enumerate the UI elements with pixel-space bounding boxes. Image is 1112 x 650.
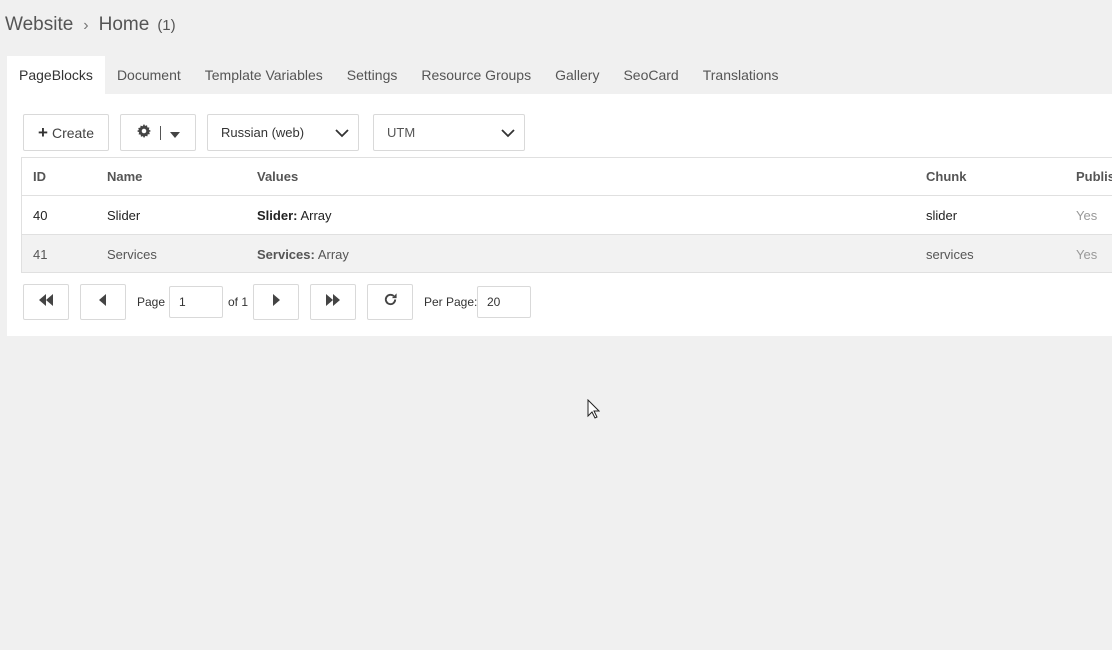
- cell-name: Slider: [107, 207, 141, 223]
- cell-id: 41: [33, 247, 48, 262]
- value-text: Array: [317, 247, 349, 262]
- utm-select[interactable]: UTM: [373, 114, 525, 151]
- double-chevron-right-icon: [325, 293, 341, 311]
- chevron-down-icon: [335, 126, 349, 143]
- per-page-label: Per Page:: [424, 295, 478, 309]
- value-text: Array: [300, 207, 332, 223]
- create-button[interactable]: + Create: [23, 114, 109, 151]
- pageblocks-panel: + Create Russian (web) UTM ID Name Value…: [7, 94, 1112, 336]
- language-select-value: Russian (web): [221, 125, 305, 140]
- tab-pageblocks[interactable]: PageBlocks: [7, 56, 105, 94]
- caret-right-icon: [272, 293, 280, 311]
- tab-document[interactable]: Document: [105, 56, 193, 94]
- column-header-chunk[interactable]: Chunk: [926, 158, 966, 195]
- breadcrumb: Website › Home (1): [5, 14, 176, 36]
- mouse-cursor-icon: [587, 398, 601, 424]
- tab-resource-groups[interactable]: Resource Groups: [409, 56, 543, 94]
- tab-gallery[interactable]: Gallery: [543, 56, 611, 94]
- double-chevron-left-icon: [38, 293, 54, 311]
- chevron-right-icon: ›: [83, 17, 89, 34]
- pageblocks-grid: ID Name Values Chunk Publis 40 Slider Sl…: [21, 157, 1112, 273]
- cell-id: 40: [33, 207, 48, 223]
- refresh-icon: [383, 292, 398, 312]
- page-title: Home: [98, 14, 150, 35]
- grid-header: ID Name Values Chunk Publis: [22, 158, 1112, 196]
- plus-icon: +: [38, 122, 48, 142]
- pagination-toolbar: Page 1 of 1 Per Page: 20: [23, 284, 543, 320]
- caret-down-icon: [169, 125, 180, 141]
- per-page-input[interactable]: 20: [477, 286, 531, 318]
- value-key: Slider:: [257, 207, 298, 223]
- refresh-button[interactable]: [367, 284, 413, 320]
- first-page-button[interactable]: [23, 284, 69, 320]
- cell-values: Slider: Array: [257, 196, 332, 234]
- page-total-label: of 1: [228, 295, 249, 309]
- column-header-published[interactable]: Publis: [1076, 158, 1112, 195]
- breadcrumb-root[interactable]: Website: [5, 14, 73, 36]
- page-number-input[interactable]: 1: [169, 286, 223, 318]
- actions-menu-button[interactable]: [120, 114, 196, 151]
- column-header-id[interactable]: ID: [33, 158, 46, 195]
- table-row[interactable]: 41 Services Services: Array services Yes: [22, 235, 1112, 272]
- page-label: Page: [137, 295, 166, 309]
- cell-chunk: slider: [926, 207, 958, 223]
- language-select[interactable]: Russian (web): [207, 114, 359, 151]
- cell-name: Services: [107, 247, 157, 262]
- tab-translations[interactable]: Translations: [691, 56, 791, 94]
- divider: [159, 125, 161, 140]
- tab-template-variables[interactable]: Template Variables: [193, 56, 335, 94]
- create-label: Create: [51, 124, 94, 141]
- cell-values: Services: Array: [257, 235, 349, 272]
- tab-bar: PageBlocks Document Template Variables S…: [7, 56, 790, 94]
- tab-seocard[interactable]: SeoCard: [611, 56, 690, 94]
- tab-settings[interactable]: Settings: [335, 56, 410, 94]
- cell-chunk: services: [926, 247, 974, 262]
- column-header-values[interactable]: Values: [257, 158, 298, 195]
- utm-select-value: UTM: [387, 125, 416, 140]
- next-page-button[interactable]: [253, 284, 299, 320]
- cell-published: Yes: [1076, 207, 1098, 223]
- table-row[interactable]: 40 Slider Slider: Array slider Yes: [22, 196, 1112, 235]
- cell-published: Yes: [1076, 247, 1098, 262]
- column-header-name[interactable]: Name: [107, 158, 142, 195]
- chevron-down-icon: [501, 126, 515, 143]
- last-page-button[interactable]: [310, 284, 356, 320]
- value-key: Services:: [257, 247, 315, 262]
- caret-left-icon: [99, 293, 107, 311]
- previous-page-button[interactable]: [80, 284, 126, 320]
- page-count: (1): [157, 17, 176, 34]
- gear-icon: [136, 124, 151, 141]
